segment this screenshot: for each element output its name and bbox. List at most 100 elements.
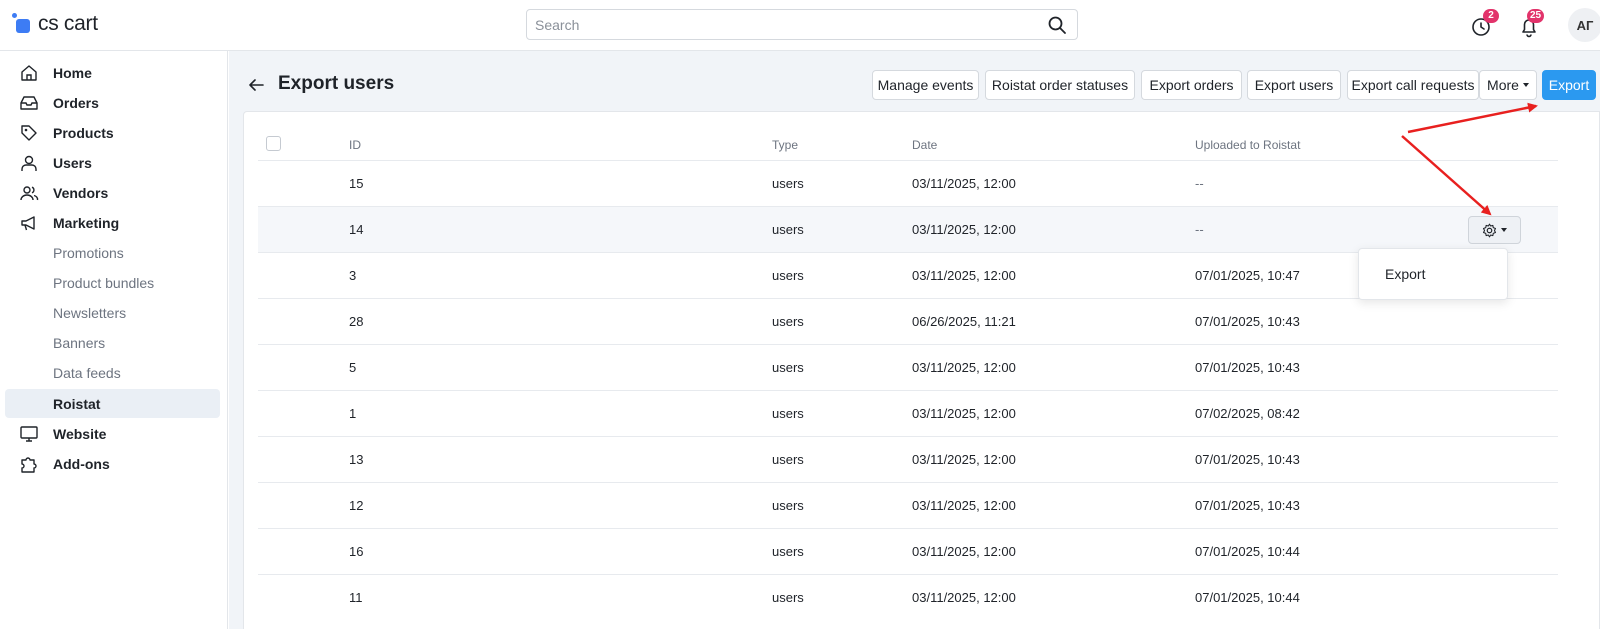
- sidebar-item-orders[interactable]: Orders: [5, 88, 220, 117]
- cell-date: 03/11/2025, 12:00: [912, 452, 1016, 467]
- cell-type: users: [772, 406, 804, 421]
- cell-uploaded: --: [1195, 176, 1204, 191]
- sidebar-item-products[interactable]: Products: [5, 118, 220, 147]
- sidebar-item-label: Add-ons: [53, 455, 110, 472]
- sidebar-item-label: Data feeds: [53, 364, 121, 381]
- cell-type: users: [772, 176, 804, 191]
- sidebar-item-label: Products: [53, 124, 114, 141]
- sidebar-item-add-ons[interactable]: Add-ons: [5, 449, 220, 478]
- sidebar-item-vendors[interactable]: Vendors: [5, 178, 220, 207]
- sidebar-item-label: Home: [53, 64, 92, 81]
- sidebar-item-roistat[interactable]: Roistat: [5, 389, 220, 418]
- sidebar-item-label: Roistat: [53, 395, 101, 412]
- sidebar-item-product-bundles[interactable]: Product bundles: [5, 268, 220, 297]
- sidebar-item-users[interactable]: Users: [5, 148, 220, 177]
- column-header-uploaded[interactable]: Uploaded to Roistat: [1195, 138, 1300, 152]
- sidebar: Home Orders Products Users Vendors Marke…: [0, 51, 228, 629]
- cell-uploaded: 07/01/2025, 10:43: [1195, 452, 1300, 467]
- chevron-down-icon: [1501, 228, 1507, 232]
- home-icon: [21, 65, 37, 81]
- logo[interactable]: cs cart: [12, 12, 98, 36]
- notifications-button[interactable]: 25: [1517, 9, 1545, 40]
- logo-icon: [12, 13, 34, 35]
- page-title: Export users: [278, 73, 395, 94]
- export-users-button[interactable]: Export users: [1247, 70, 1341, 100]
- cell-uploaded: 07/01/2025, 10:47: [1195, 268, 1300, 283]
- cell-date: 03/11/2025, 12:00: [912, 222, 1016, 237]
- sidebar-item-marketing[interactable]: Marketing: [5, 208, 220, 237]
- cell-type: users: [772, 452, 804, 467]
- help-button[interactable]: 2: [1469, 9, 1499, 40]
- cell-type: users: [772, 222, 804, 237]
- sidebar-item-label: Promotions: [53, 244, 124, 261]
- cell-uploaded: 07/01/2025, 10:44: [1195, 544, 1300, 559]
- cell-date: 03/11/2025, 12:00: [912, 360, 1016, 375]
- search-box: [526, 9, 1078, 40]
- table-row[interactable]: 1 users 03/11/2025, 12:00 07/02/2025, 08…: [258, 390, 1558, 436]
- cell-date: 03/11/2025, 12:00: [912, 406, 1016, 421]
- table-row[interactable]: 28 users 06/26/2025, 11:21 07/01/2025, 1…: [258, 298, 1558, 344]
- top-bar: cs cart 2 25 АГ: [0, 0, 1600, 51]
- select-all-checkbox[interactable]: [266, 136, 281, 151]
- roistat-order-statuses-button[interactable]: Roistat order statuses: [985, 70, 1135, 100]
- sidebar-item-label: Banners: [53, 334, 106, 351]
- search-input[interactable]: [527, 10, 1077, 39]
- export-orders-button[interactable]: Export orders: [1141, 70, 1242, 100]
- column-header-id[interactable]: ID: [349, 138, 361, 152]
- chevron-down-icon: [1522, 83, 1529, 87]
- cell-id: 28: [349, 314, 364, 329]
- table-row[interactable]: 5 users 03/11/2025, 12:00 07/01/2025, 10…: [258, 344, 1558, 390]
- vendors-icon: [20, 186, 39, 201]
- table-row[interactable]: 12 users 03/11/2025, 12:00 07/01/2025, 1…: [258, 482, 1558, 528]
- table-row[interactable]: 13 users 03/11/2025, 12:00 07/01/2025, 1…: [258, 436, 1558, 482]
- sidebar-item-promotions[interactable]: Promotions: [5, 238, 220, 267]
- cell-uploaded: 07/01/2025, 10:44: [1195, 590, 1300, 605]
- table-row[interactable]: 16 users 03/11/2025, 12:00 07/01/2025, 1…: [258, 528, 1558, 574]
- table-row[interactable]: 15 users 03/11/2025, 12:00 --: [258, 160, 1558, 206]
- cell-id: 16: [349, 544, 364, 559]
- cell-uploaded: 07/01/2025, 10:43: [1195, 360, 1300, 375]
- row-actions-button[interactable]: [1468, 216, 1521, 244]
- sidebar-item-website[interactable]: Website: [5, 419, 220, 448]
- megaphone-icon: [21, 216, 35, 231]
- cell-id: 15: [349, 176, 364, 191]
- cell-date: 03/11/2025, 12:00: [912, 498, 1016, 513]
- cell-date: 06/26/2025, 11:21: [912, 314, 1016, 329]
- sidebar-item-data-feeds[interactable]: Data feeds: [5, 358, 220, 387]
- export-call-requests-button[interactable]: Export call requests: [1347, 70, 1479, 100]
- avatar[interactable]: АГ: [1568, 8, 1600, 42]
- cell-uploaded: 07/01/2025, 10:43: [1195, 314, 1300, 329]
- help-badge: 2: [1483, 9, 1499, 23]
- tag-icon: [21, 125, 37, 141]
- sidebar-item-home[interactable]: Home: [5, 58, 220, 87]
- cell-uploaded: 07/02/2025, 08:42: [1195, 406, 1300, 421]
- export-button[interactable]: Export: [1542, 70, 1596, 100]
- sidebar-item-label: Newsletters: [53, 304, 127, 321]
- column-header-date[interactable]: Date: [912, 138, 937, 152]
- sidebar-item-label: Marketing: [53, 214, 120, 231]
- cell-date: 03/11/2025, 12:00: [912, 268, 1016, 283]
- sidebar-item-label: Vendors: [53, 184, 109, 201]
- manage-events-button[interactable]: Manage events: [872, 70, 979, 100]
- sidebar-item-newsletters[interactable]: Newsletters: [5, 298, 220, 327]
- cell-type: users: [772, 544, 804, 559]
- gear-icon: [1482, 223, 1497, 237]
- cell-date: 03/11/2025, 12:00: [912, 176, 1016, 191]
- search-icon[interactable]: [1047, 15, 1067, 35]
- more-dropdown-button[interactable]: More: [1479, 70, 1537, 100]
- menu-item-export[interactable]: Export: [1385, 266, 1425, 282]
- cell-type: users: [772, 268, 804, 283]
- sidebar-item-label: Orders: [53, 94, 99, 111]
- table-row[interactable]: 11 users 03/11/2025, 12:00 07/01/2025, 1…: [258, 574, 1558, 620]
- back-arrow-icon[interactable]: [247, 76, 265, 94]
- table-row[interactable]: 14 users 03/11/2025, 12:00 --: [258, 206, 1558, 252]
- row-actions-menu: Export: [1358, 248, 1508, 300]
- cell-date: 03/11/2025, 12:00: [912, 590, 1016, 605]
- sidebar-item-banners[interactable]: Banners: [5, 328, 220, 357]
- column-header-type[interactable]: Type: [772, 138, 798, 152]
- monitor-icon: [20, 426, 38, 442]
- export-table: ID Type Date Uploaded to Roistat 15 user…: [243, 111, 1600, 629]
- cell-type: users: [772, 314, 804, 329]
- cell-uploaded: --: [1195, 222, 1204, 237]
- cell-id: 3: [349, 268, 357, 283]
